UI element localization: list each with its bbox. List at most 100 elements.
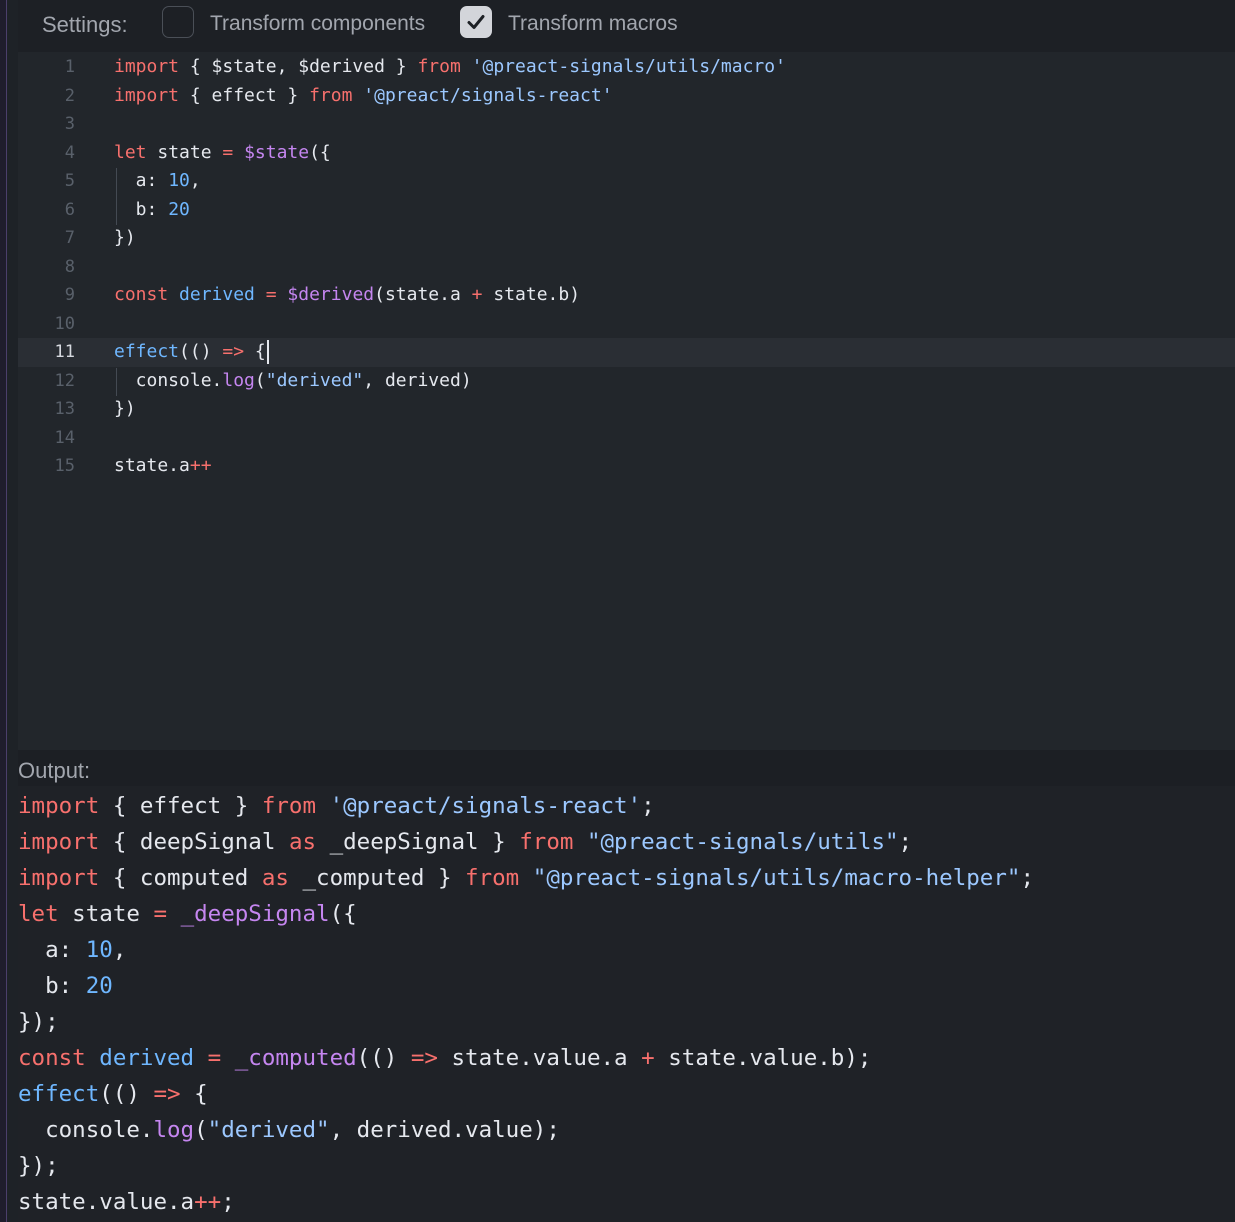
output-line: let state = _deepSignal({ <box>18 896 1235 932</box>
code-editor[interactable]: 1 import { $state, $derived } from '@prea… <box>18 52 1235 750</box>
output-token: ++ <box>194 1189 222 1215</box>
code-text: import { $state, $derived } from '@preac… <box>114 53 786 82</box>
output-token: "derived" <box>207 1117 330 1143</box>
output-token: import <box>18 865 100 891</box>
output-token: = <box>207 1045 222 1071</box>
code-token: '@preact-signals/utils/macro' <box>471 56 786 77</box>
output-token: b: <box>18 973 86 999</box>
code-text: }) <box>114 395 136 424</box>
transform-components-label[interactable]: Transform components <box>210 12 425 36</box>
output-token <box>167 901 181 927</box>
output-token: (() <box>99 1081 154 1107</box>
code-text: effect(() => { <box>114 338 269 367</box>
output-token: state <box>58 901 154 927</box>
code-line[interactable]: 13}) <box>18 395 1235 424</box>
line-number: 4 <box>64 142 75 163</box>
output-token <box>86 1045 100 1071</box>
output-line: import { deepSignal as _deepSignal } fro… <box>18 824 1235 860</box>
code-line[interactable]: 9 const derived = $derived(state.a + stat… <box>18 281 1235 310</box>
output-panel: Output: import { effect } from '@preact/… <box>18 750 1235 1222</box>
code-token: (() <box>179 341 223 362</box>
code-line[interactable]: 8 <box>18 253 1235 282</box>
line-number: 8 <box>64 256 75 277</box>
code-text: state.a++ <box>114 452 212 481</box>
output-token: from <box>261 793 317 819</box>
code-token: import <box>114 84 180 106</box>
code-token: { $state, $derived } <box>179 56 418 77</box>
output-token <box>316 793 330 819</box>
code-line[interactable]: 7}) <box>18 224 1235 253</box>
transform-macros-label[interactable]: Transform macros <box>508 12 678 36</box>
output-token: as <box>261 865 289 891</box>
output-token <box>519 865 533 891</box>
output-line: }); <box>18 1004 1235 1040</box>
code-line[interactable]: 2 import { effect } from '@preact/signals… <box>18 82 1235 111</box>
code-token: = <box>265 284 277 305</box>
output-token: console. <box>18 1117 154 1143</box>
code-token: import <box>114 56 180 77</box>
output-token: state.value.b); <box>654 1045 872 1071</box>
output-token: ; <box>898 829 913 855</box>
code-line[interactable]: 12 console.log("derived", derived) <box>18 367 1235 396</box>
output-token: effect <box>18 1081 100 1107</box>
code-token: effect <box>114 341 180 362</box>
code-text: console.log("derived", derived) <box>114 367 472 396</box>
code-token: "derived" <box>265 369 364 391</box>
output-token: _deepSignal } <box>316 829 520 855</box>
line-number: 13 <box>54 399 75 419</box>
line-number: 15 <box>54 456 75 476</box>
output-token: as <box>288 829 317 855</box>
code-line[interactable]: 14 <box>18 424 1235 453</box>
line-number: 1 <box>64 57 75 77</box>
code-line[interactable]: 6 b: 20 <box>18 196 1235 225</box>
code-token: const <box>114 284 169 305</box>
code-token: + <box>471 284 483 305</box>
output-token: (() <box>356 1045 411 1071</box>
code-token: state <box>146 141 223 163</box>
code-text: import { effect } from '@preact/signals-… <box>114 82 613 111</box>
code-line[interactable]: 3 <box>18 110 1235 139</box>
code-line[interactable]: 15 state.a++ <box>18 452 1235 481</box>
code-line[interactable]: 1 import { $state, $derived } from '@prea… <box>18 53 1235 82</box>
code-token: $derived <box>287 284 375 305</box>
settings-bar: Settings: Transform components Transform… <box>18 0 1235 52</box>
output-token: { <box>180 1081 208 1107</box>
line-number: 11 <box>54 342 75 362</box>
code-token: => <box>222 341 245 362</box>
output-line: import { computed as _computed } from "@… <box>18 860 1235 896</box>
code-text: b: 20 <box>114 196 190 225</box>
output-token: "@preact-signals/utils" <box>586 829 899 855</box>
code-line[interactable]: 5 a: 10, <box>18 167 1235 196</box>
code-token: $state <box>244 141 310 163</box>
code-text: a: 10, <box>114 167 201 196</box>
code-line[interactable]: 4 let state = $state({ <box>18 139 1235 168</box>
output-token: let <box>18 901 59 927</box>
output-line: effect(() => { <box>18 1076 1235 1112</box>
output-token: ({ <box>329 901 357 927</box>
output-line: console.log("derived", derived.value); <box>18 1112 1235 1148</box>
output-token: derived <box>99 1045 195 1071</box>
transform-components-checkbox[interactable] <box>162 6 194 38</box>
output-token: import <box>18 829 100 855</box>
output-token: => <box>410 1045 438 1071</box>
code-line[interactable]: 11 effect(() => { <box>18 338 1235 367</box>
output-token: + <box>641 1045 655 1071</box>
output-token: = <box>153 901 168 927</box>
transform-macros-checkbox[interactable] <box>460 6 492 38</box>
output-token: state.value.a <box>437 1045 642 1071</box>
output-token: a: <box>18 937 86 963</box>
output-token: _computed <box>234 1045 357 1071</box>
line-number: 10 <box>54 313 75 334</box>
code-token: derived <box>179 284 255 305</box>
line-number: 6 <box>64 199 75 220</box>
output-token: , derived.value); <box>329 1117 560 1143</box>
line-number: 7 <box>64 228 75 248</box>
output-token: import <box>18 793 100 819</box>
code-line[interactable]: 10 <box>18 310 1235 339</box>
code-token: }) <box>114 227 136 248</box>
output-line: }); <box>18 1148 1235 1184</box>
output-token: => <box>153 1081 181 1107</box>
code-token: from <box>417 56 461 77</box>
